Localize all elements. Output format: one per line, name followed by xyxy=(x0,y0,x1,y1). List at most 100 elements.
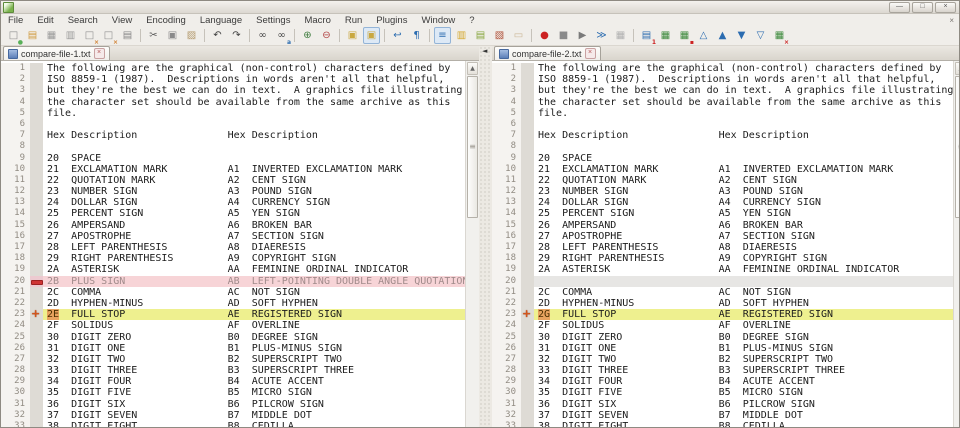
line-text[interactable]: 37 DIGIT SEVEN B7 MIDDLE DOT xyxy=(534,410,953,421)
menu-item-window[interactable]: Window xyxy=(414,15,462,26)
line-text[interactable]: 2C COMMA AC NOT SIGN xyxy=(43,287,465,298)
line-text[interactable]: 24 DOLLAR SIGN A4 CURRENCY SIGN xyxy=(43,197,465,208)
line-text[interactable]: 28 LEFT PARENTHESIS A8 DIAERESIS xyxy=(43,242,465,253)
show-all-chars-icon[interactable]: ¶ xyxy=(408,27,425,44)
line-text[interactable] xyxy=(534,119,953,130)
redo-icon[interactable]: ↷ xyxy=(228,27,245,44)
line-text[interactable]: 30 DIGIT ZERO B0 DEGREE SIGN xyxy=(43,332,465,343)
line-text[interactable]: 23 NUMBER SIGN A3 POUND SIGN xyxy=(534,186,953,197)
line-text[interactable] xyxy=(43,141,465,152)
scroll-up-icon[interactable]: ▲ xyxy=(467,62,478,75)
line-text[interactable]: 37 DIGIT SEVEN B7 MIDDLE DOT xyxy=(43,410,465,421)
line-text[interactable]: but they're the best we can do in text. … xyxy=(534,85,953,96)
line-text[interactable]: 38 DIGIT EIGHT B8 CEDILLA xyxy=(43,421,465,428)
line-text[interactable]: 2A ASTERISK AA FEMININE ORDINAL INDICATO… xyxy=(43,264,465,275)
menu-close-icon[interactable]: × xyxy=(949,16,954,25)
function-list-icon[interactable]: ▤ xyxy=(472,27,489,44)
line-text[interactable]: 2D HYPHEN-MINUS AD SOFT HYPHEN xyxy=(534,298,953,309)
line-text[interactable]: 23 NUMBER SIGN A3 POUND SIGN xyxy=(43,186,465,197)
macro-record-icon[interactable]: ● xyxy=(536,27,553,44)
line-text[interactable]: The following are the graphical (non-con… xyxy=(534,63,953,74)
line-text[interactable]: 34 DIGIT FOUR B4 ACUTE ACCENT xyxy=(43,376,465,387)
line-text[interactable]: the character set should be available fr… xyxy=(43,97,465,108)
minimize-button[interactable]: — xyxy=(889,2,910,13)
line-text[interactable]: 20 SPACE xyxy=(534,153,953,164)
line-text[interactable]: 25 PERCENT SIGN A5 YEN SIGN xyxy=(43,208,465,219)
line-text[interactable]: 20 SPACE xyxy=(43,153,465,164)
line-text[interactable]: 21 EXCLAMATION MARK A1 INVERTED EXCLAMAT… xyxy=(534,164,953,175)
line-text[interactable]: 31 DIGIT ONE B1 PLUS-MINUS SIGN xyxy=(43,343,465,354)
line-text[interactable]: 27 APOSTROPHE A7 SECTION SIGN xyxy=(534,231,953,242)
line-text[interactable]: 2A ASTERISK AA FEMININE ORDINAL INDICATO… xyxy=(534,264,953,275)
prev-diff-icon[interactable]: ▲ xyxy=(714,27,731,44)
line-text[interactable]: 26 AMPERSAND A6 BROKEN BAR xyxy=(534,220,953,231)
compare-clear-icon[interactable]: ▦× xyxy=(771,27,788,44)
menu-item-run[interactable]: Run xyxy=(338,15,369,26)
macro-play-icon[interactable]: ▶ xyxy=(574,27,591,44)
close-button[interactable]: × xyxy=(935,2,956,13)
scrollbar-thumb[interactable]: ≡ xyxy=(955,76,960,218)
line-text[interactable]: 2G FULL STOP AE REGISTERED SIGN xyxy=(534,309,953,320)
compare-icon[interactable]: ▤1 xyxy=(638,27,655,44)
scroll-up-icon[interactable]: ▲ xyxy=(955,62,960,75)
line-text[interactable]: 35 DIGIT FIVE B5 MICRO SIGN xyxy=(43,387,465,398)
cut-icon[interactable]: ✂ xyxy=(145,27,162,44)
doc-map-icon[interactable]: ▧ xyxy=(491,27,508,44)
last-diff-icon[interactable]: ▽ xyxy=(752,27,769,44)
tab-close-icon[interactable]: × xyxy=(94,48,105,59)
line-text[interactable]: 31 DIGIT ONE B1 PLUS-MINUS SIGN xyxy=(534,343,953,354)
line-text[interactable]: 32 DIGIT TWO B2 SUPERSCRIPT TWO xyxy=(43,354,465,365)
line-text[interactable]: 34 DIGIT FOUR B4 ACUTE ACCENT xyxy=(534,376,953,387)
menu-item-encoding[interactable]: Encoding xyxy=(139,15,193,26)
close-file-icon[interactable]: □× xyxy=(81,27,98,44)
line-text[interactable]: file. xyxy=(534,108,953,119)
menu-item-[interactable]: ? xyxy=(462,15,481,26)
line-text[interactable]: the character set should be available fr… xyxy=(534,97,953,108)
line-text[interactable]: The following are the graphical (non-con… xyxy=(43,63,465,74)
line-text[interactable]: 25 PERCENT SIGN A5 YEN SIGN xyxy=(534,208,953,219)
line-text[interactable]: 33 DIGIT THREE B3 SUPERSCRIPT THREE xyxy=(534,365,953,376)
line-text[interactable]: 29 RIGHT PARENTHESIS A9 COPYRIGHT SIGN xyxy=(534,253,953,264)
line-text[interactable]: 33 DIGIT THREE B3 SUPERSCRIPT THREE xyxy=(43,365,465,376)
line-text[interactable]: 2E FULL STOP AE REGISTERED SIGN xyxy=(43,309,465,320)
line-text[interactable]: 38 DIGIT EIGHT B8 CEDILLA xyxy=(534,421,953,428)
word-wrap-icon[interactable]: ↩ xyxy=(389,27,406,44)
line-text[interactable]: 28 LEFT PARENTHESIS A8 DIAERESIS xyxy=(534,242,953,253)
macro-run-multiple-icon[interactable]: ≫ xyxy=(593,27,610,44)
line-text[interactable]: 29 RIGHT PARENTHESIS A9 COPYRIGHT SIGN xyxy=(43,253,465,264)
vertical-scrollbar[interactable]: ▲≡ xyxy=(465,61,479,428)
zoom-in-icon[interactable]: ⊕ xyxy=(299,27,316,44)
menu-item-search[interactable]: Search xyxy=(61,15,105,26)
tab-close-icon[interactable]: × xyxy=(585,48,596,59)
open-file-icon[interactable]: ▤ xyxy=(24,27,41,44)
doc-switcher-icon[interactable]: ▭ xyxy=(510,27,527,44)
user-dialog-icon[interactable]: ▥ xyxy=(453,27,470,44)
next-diff-icon[interactable]: ▼ xyxy=(733,27,750,44)
vertical-scrollbar[interactable]: ▲≡ xyxy=(953,61,960,428)
find-icon[interactable]: ∞ xyxy=(254,27,271,44)
line-text[interactable]: 21 EXCLAMATION MARK A1 INVERTED EXCLAMAT… xyxy=(43,164,465,175)
print-icon[interactable]: ▤ xyxy=(119,27,136,44)
splitter-collapse-icon[interactable]: ◄ xyxy=(482,47,487,55)
save-all-icon[interactable]: ▥ xyxy=(62,27,79,44)
menu-item-settings[interactable]: Settings xyxy=(249,15,297,26)
macro-save-icon[interactable]: ▦ xyxy=(612,27,629,44)
compare-results-icon[interactable]: ▦▪ xyxy=(676,27,693,44)
restore-button[interactable]: □ xyxy=(912,2,933,13)
pane-splitter[interactable]: ◄ xyxy=(479,46,492,428)
first-diff-icon[interactable]: △ xyxy=(695,27,712,44)
line-text[interactable]: 30 DIGIT ZERO B0 DEGREE SIGN xyxy=(534,332,953,343)
line-text[interactable]: 27 APOSTROPHE A7 SECTION SIGN xyxy=(43,231,465,242)
line-text[interactable] xyxy=(534,276,953,287)
line-text[interactable]: ISO 8859-1 (1987). Descriptions in words… xyxy=(534,74,953,85)
menu-item-edit[interactable]: Edit xyxy=(30,15,60,26)
line-text[interactable]: but they're the best we can do in text. … xyxy=(43,85,465,96)
line-text[interactable]: 26 AMPERSAND A6 BROKEN BAR xyxy=(43,220,465,231)
line-text[interactable]: Hex Description Hex Description xyxy=(534,130,953,141)
paste-icon[interactable]: ▨ xyxy=(183,27,200,44)
line-text[interactable]: file. xyxy=(43,108,465,119)
line-text[interactable]: 36 DIGIT SIX B6 PILCROW SIGN xyxy=(534,399,953,410)
line-text[interactable]: 22 QUOTATION MARK A2 CENT SIGN xyxy=(534,175,953,186)
line-text[interactable]: 2F SOLIDUS AF OVERLINE xyxy=(534,320,953,331)
menu-item-file[interactable]: File xyxy=(1,15,30,26)
